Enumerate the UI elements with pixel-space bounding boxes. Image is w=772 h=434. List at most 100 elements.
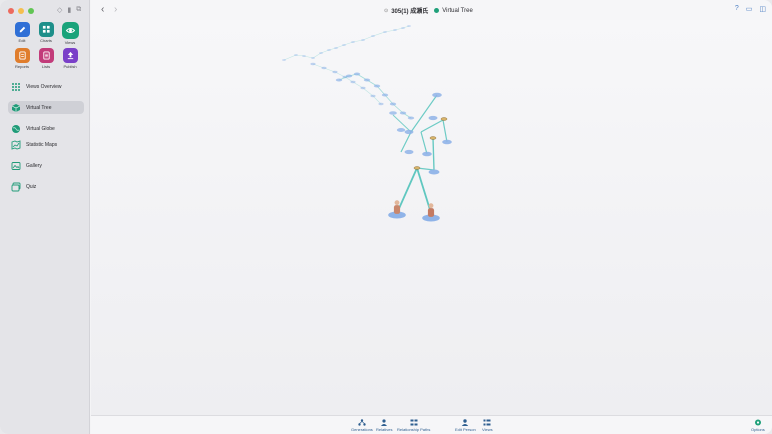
tree-person-node[interactable] bbox=[370, 94, 376, 98]
tree-person-node[interactable] bbox=[321, 66, 327, 70]
tree-person-node[interactable] bbox=[383, 31, 387, 33]
edit-person-button[interactable]: Edit Person bbox=[455, 419, 476, 432]
charts-icon bbox=[38, 22, 54, 37]
tag-icon[interactable]: ◇ bbox=[57, 6, 62, 14]
tree-person-node[interactable] bbox=[428, 115, 438, 121]
tree-person-node[interactable] bbox=[302, 55, 306, 57]
app-label: Reports bbox=[14, 64, 29, 69]
nav-item-virtual-tree[interactable]: Virtual Tree bbox=[8, 101, 84, 114]
app-label: Edit bbox=[18, 38, 26, 43]
tree-person-node[interactable] bbox=[396, 128, 406, 132]
app-button-publish[interactable]: Publish bbox=[58, 48, 82, 69]
tree-person-node[interactable] bbox=[432, 92, 442, 98]
tree-link bbox=[420, 131, 428, 155]
sidebar: ◇ ▮ ⧉ Edit Charts Views Reports Lists Publish… bbox=[0, 0, 90, 434]
tree-person-node[interactable] bbox=[351, 41, 355, 43]
window-icon[interactable]: ▭ bbox=[746, 5, 753, 13]
nav-label: Quiz bbox=[26, 183, 37, 190]
tree-person-node[interactable] bbox=[381, 93, 389, 97]
tree-person-node[interactable] bbox=[422, 151, 432, 157]
tree-person-node[interactable] bbox=[342, 44, 346, 46]
map-icon bbox=[11, 139, 21, 150]
tree-person-node[interactable] bbox=[363, 78, 371, 82]
window-controls bbox=[8, 8, 34, 14]
tree-person-node[interactable] bbox=[360, 86, 366, 90]
tree-person-node[interactable] bbox=[319, 52, 323, 54]
app-button-charts[interactable]: Charts bbox=[34, 22, 58, 45]
window-title: ⊙ 305(1) 成瀬氏 Virtual Tree bbox=[384, 6, 473, 16]
tree-person-node[interactable] bbox=[294, 54, 298, 56]
main-area: ‹ › ⊙ 305(1) 成瀬氏 Virtual Tree ? ▭ ◫ Gene… bbox=[91, 0, 772, 434]
nav-item-virtual-globe[interactable]: Virtual Globe bbox=[8, 122, 84, 135]
tree-person-node[interactable] bbox=[422, 203, 440, 222]
tree-link bbox=[372, 95, 382, 105]
tree-person-node[interactable] bbox=[327, 49, 331, 51]
tree-person-node[interactable] bbox=[335, 78, 343, 82]
lists-icon bbox=[38, 48, 54, 63]
nav-item-statistic-maps[interactable]: Statistic Maps bbox=[8, 138, 84, 151]
back-button[interactable]: ‹ bbox=[101, 4, 104, 15]
tree-person-node[interactable] bbox=[442, 139, 452, 145]
app-button-edit[interactable]: Edit bbox=[10, 22, 34, 45]
tree-person-node[interactable] bbox=[311, 57, 315, 59]
virtual-tree-scene[interactable] bbox=[91, 20, 772, 415]
options-button[interactable]: Options bbox=[751, 419, 765, 432]
app-button-views[interactable]: Views bbox=[58, 22, 82, 45]
tree-person-node[interactable] bbox=[361, 39, 365, 41]
minimize-window-button[interactable] bbox=[18, 8, 24, 14]
tree-person-node[interactable] bbox=[345, 74, 353, 78]
view-status-dot bbox=[434, 8, 440, 13]
tree-link bbox=[410, 94, 438, 133]
nav-item-gallery[interactable]: Gallery bbox=[8, 159, 84, 172]
nav-label: Gallery bbox=[26, 162, 42, 169]
globe-icon bbox=[11, 124, 21, 134]
relatives-icon bbox=[381, 419, 388, 426]
tree-person-node[interactable] bbox=[407, 116, 415, 120]
nav-item-views-overview[interactable]: Views Overview bbox=[8, 80, 84, 93]
tree-person-node[interactable] bbox=[350, 80, 356, 84]
options-gear-icon bbox=[754, 419, 761, 426]
tree-person-node[interactable] bbox=[378, 102, 384, 106]
sidebar-toolbar: ◇ ▮ ⧉ bbox=[57, 6, 81, 14]
active-person-name[interactable]: 305(1) 成瀬氏 bbox=[391, 6, 428, 15]
tree-person-node[interactable] bbox=[389, 111, 397, 115]
tree-person-node[interactable] bbox=[334, 47, 338, 49]
tree-person-node[interactable] bbox=[371, 35, 375, 37]
tree-person-node[interactable] bbox=[389, 102, 397, 106]
tree-link bbox=[362, 35, 374, 41]
tree-person-node[interactable] bbox=[282, 59, 286, 61]
app-label: Lists bbox=[41, 64, 51, 69]
tree-person-node[interactable] bbox=[399, 111, 407, 115]
tree-person-node[interactable] bbox=[428, 169, 440, 175]
share-icon[interactable]: ⧉ bbox=[76, 6, 81, 14]
virtual-tree-canvas[interactable] bbox=[91, 20, 772, 415]
tree-person-node[interactable] bbox=[353, 72, 361, 76]
relationship-paths-button[interactable]: Relationship Paths bbox=[397, 419, 430, 432]
relatives-button[interactable]: Relatives bbox=[376, 419, 392, 432]
zoom-window-button[interactable] bbox=[28, 8, 34, 14]
tree-person-node[interactable] bbox=[310, 62, 316, 66]
tree-person-node[interactable] bbox=[393, 29, 397, 31]
bookmark-icon[interactable]: ▮ bbox=[67, 6, 71, 14]
generations-button[interactable]: Generations bbox=[351, 419, 373, 432]
tree-person-node[interactable] bbox=[407, 25, 411, 27]
help-icon[interactable]: ? bbox=[735, 5, 739, 13]
tree-person-node[interactable] bbox=[401, 27, 405, 29]
nav-item-quiz[interactable]: Quiz bbox=[8, 180, 84, 193]
nav-label: Statistic Maps bbox=[26, 141, 58, 148]
person-pin-icon: ⊙ bbox=[384, 7, 389, 14]
tree-person-node[interactable] bbox=[332, 70, 338, 74]
tree-person-node[interactable] bbox=[373, 84, 381, 88]
tree-person-node[interactable] bbox=[388, 200, 406, 219]
views-button[interactable]: Views bbox=[482, 419, 493, 432]
forward-button[interactable]: › bbox=[114, 4, 117, 15]
options-label: Options bbox=[751, 427, 765, 432]
tree-person-node[interactable] bbox=[404, 149, 414, 155]
close-window-button[interactable] bbox=[8, 8, 14, 14]
view-title: Virtual Tree bbox=[442, 7, 473, 14]
tree-person-node[interactable] bbox=[404, 129, 414, 135]
app-button-reports[interactable]: Reports bbox=[10, 48, 34, 69]
sidebar-toggle-icon[interactable]: ◫ bbox=[759, 5, 766, 13]
grid-dots-icon bbox=[11, 82, 21, 92]
app-button-lists[interactable]: Lists bbox=[34, 48, 58, 69]
